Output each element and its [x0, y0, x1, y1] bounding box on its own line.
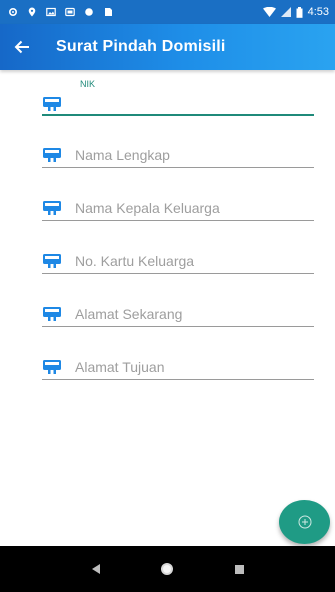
current-address-underline — [42, 326, 314, 327]
nik-label: NIK — [80, 79, 96, 89]
head-of-family-input[interactable]: Nama Kepala Keluarga — [75, 200, 220, 216]
destination-address-input[interactable]: Alamat Tujuan — [75, 359, 165, 375]
location-icon — [28, 7, 36, 17]
status-system-icons: 4:53 — [262, 6, 329, 18]
gallery-icon — [65, 7, 75, 17]
family-card-number-field[interactable]: No. Kartu Keluarga — [42, 251, 314, 304]
nik-field[interactable]: NIK — [42, 70, 314, 123]
family-card-number-underline — [42, 273, 314, 274]
wifi-icon — [262, 7, 276, 17]
nav-recents-button[interactable] — [230, 560, 248, 578]
full-name-field[interactable]: Nama Lengkap — [42, 145, 314, 198]
credit-card-icon — [43, 360, 61, 374]
status-bar: 4:53 — [0, 0, 335, 24]
nav-home-button[interactable] — [158, 560, 176, 578]
credit-card-icon — [43, 201, 61, 215]
head-of-family-field[interactable]: Nama Kepala Keluarga — [42, 198, 314, 251]
credit-card-icon — [43, 97, 61, 111]
system-nav-bar — [0, 546, 335, 592]
image-icon — [46, 7, 56, 17]
recents-square-icon — [234, 564, 244, 574]
add-button[interactable] — [279, 500, 330, 544]
credit-card-icon — [43, 307, 61, 321]
back-button[interactable] — [0, 24, 44, 70]
full-name-input[interactable]: Nama Lengkap — [75, 147, 170, 163]
current-address-input[interactable]: Alamat Sekarang — [75, 306, 182, 322]
add-circle-icon — [298, 515, 311, 529]
current-address-field[interactable]: Alamat Sekarang — [42, 304, 314, 357]
nav-back-button[interactable] — [87, 560, 105, 578]
status-notification-icons — [8, 7, 113, 17]
home-circle-icon — [161, 563, 174, 575]
app-bar: Surat Pindah Domisili — [0, 24, 335, 70]
sd-card-icon — [105, 8, 112, 16]
circle-icon — [85, 8, 93, 16]
full-name-underline — [42, 167, 314, 168]
signal-icon — [280, 7, 291, 17]
arrow-left-icon — [14, 40, 29, 54]
battery-icon — [296, 6, 303, 18]
family-card-number-input[interactable]: No. Kartu Keluarga — [75, 253, 194, 269]
settings-icon — [8, 7, 18, 17]
nik-underline — [42, 114, 314, 116]
destination-address-underline — [42, 379, 314, 380]
status-time: 4:53 — [307, 6, 329, 18]
page-title: Surat Pindah Domisili — [56, 38, 226, 55]
credit-card-icon — [43, 254, 61, 268]
head-of-family-underline — [42, 220, 314, 221]
credit-card-icon — [43, 148, 61, 162]
destination-address-field[interactable]: Alamat Tujuan — [42, 357, 314, 410]
back-triangle-icon — [91, 564, 100, 574]
